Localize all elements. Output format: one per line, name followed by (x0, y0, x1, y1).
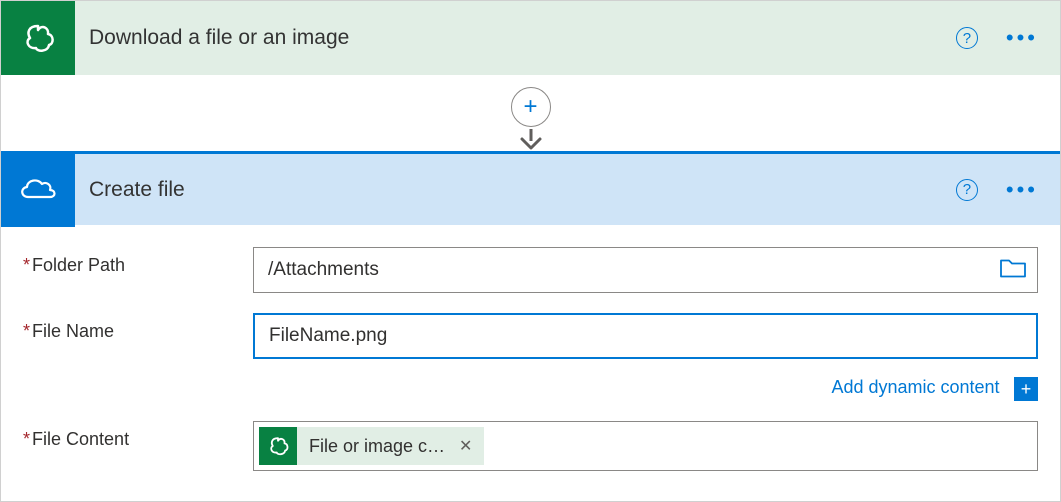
required-star: * (23, 255, 30, 275)
folder-picker-icon[interactable] (1000, 257, 1026, 284)
file-content-label: *File Content (23, 421, 253, 450)
onedrive-icon (1, 153, 75, 227)
dataverse-icon (259, 427, 297, 465)
add-dynamic-content-link[interactable]: Add dynamic content (831, 377, 999, 397)
create-file-action-header[interactable]: Create file ? ••• (1, 151, 1060, 225)
file-name-label: *File Name (23, 313, 253, 342)
more-menu-icon[interactable]: ••• (1006, 27, 1038, 49)
action-title: Create file (75, 178, 956, 202)
file-content-token[interactable]: File or image c… ✕ (259, 427, 484, 465)
file-name-row: *File Name (23, 313, 1038, 359)
required-star: * (23, 429, 30, 449)
add-step-button[interactable]: + (511, 87, 551, 127)
folder-path-label: *Folder Path (23, 247, 253, 276)
folder-path-row: *Folder Path (23, 247, 1038, 293)
folder-path-input[interactable] (253, 247, 1038, 293)
action-title: Download a file or an image (75, 26, 956, 50)
required-star: * (23, 321, 30, 341)
remove-token-icon[interactable]: ✕ (459, 436, 472, 456)
insert-step-connector: + (1, 75, 1060, 151)
file-content-row: *File Content File or image c… ✕ (23, 421, 1038, 471)
token-label: File or image c… (309, 436, 445, 457)
more-menu-icon[interactable]: ••• (1006, 179, 1038, 201)
file-name-input[interactable] (253, 313, 1038, 359)
help-icon[interactable]: ? (956, 27, 978, 49)
dataverse-icon (1, 1, 75, 75)
file-content-input[interactable]: File or image c… ✕ (253, 421, 1038, 471)
dynamic-content-row: Add dynamic content + (23, 365, 1038, 401)
add-dynamic-content-button[interactable]: + (1014, 377, 1038, 401)
help-icon[interactable]: ? (956, 179, 978, 201)
create-file-form: *Folder Path *File Name (1, 225, 1060, 501)
plus-icon: + (523, 95, 537, 119)
arrow-down-icon (518, 129, 544, 153)
download-file-action-header[interactable]: Download a file or an image ? ••• (1, 1, 1060, 75)
